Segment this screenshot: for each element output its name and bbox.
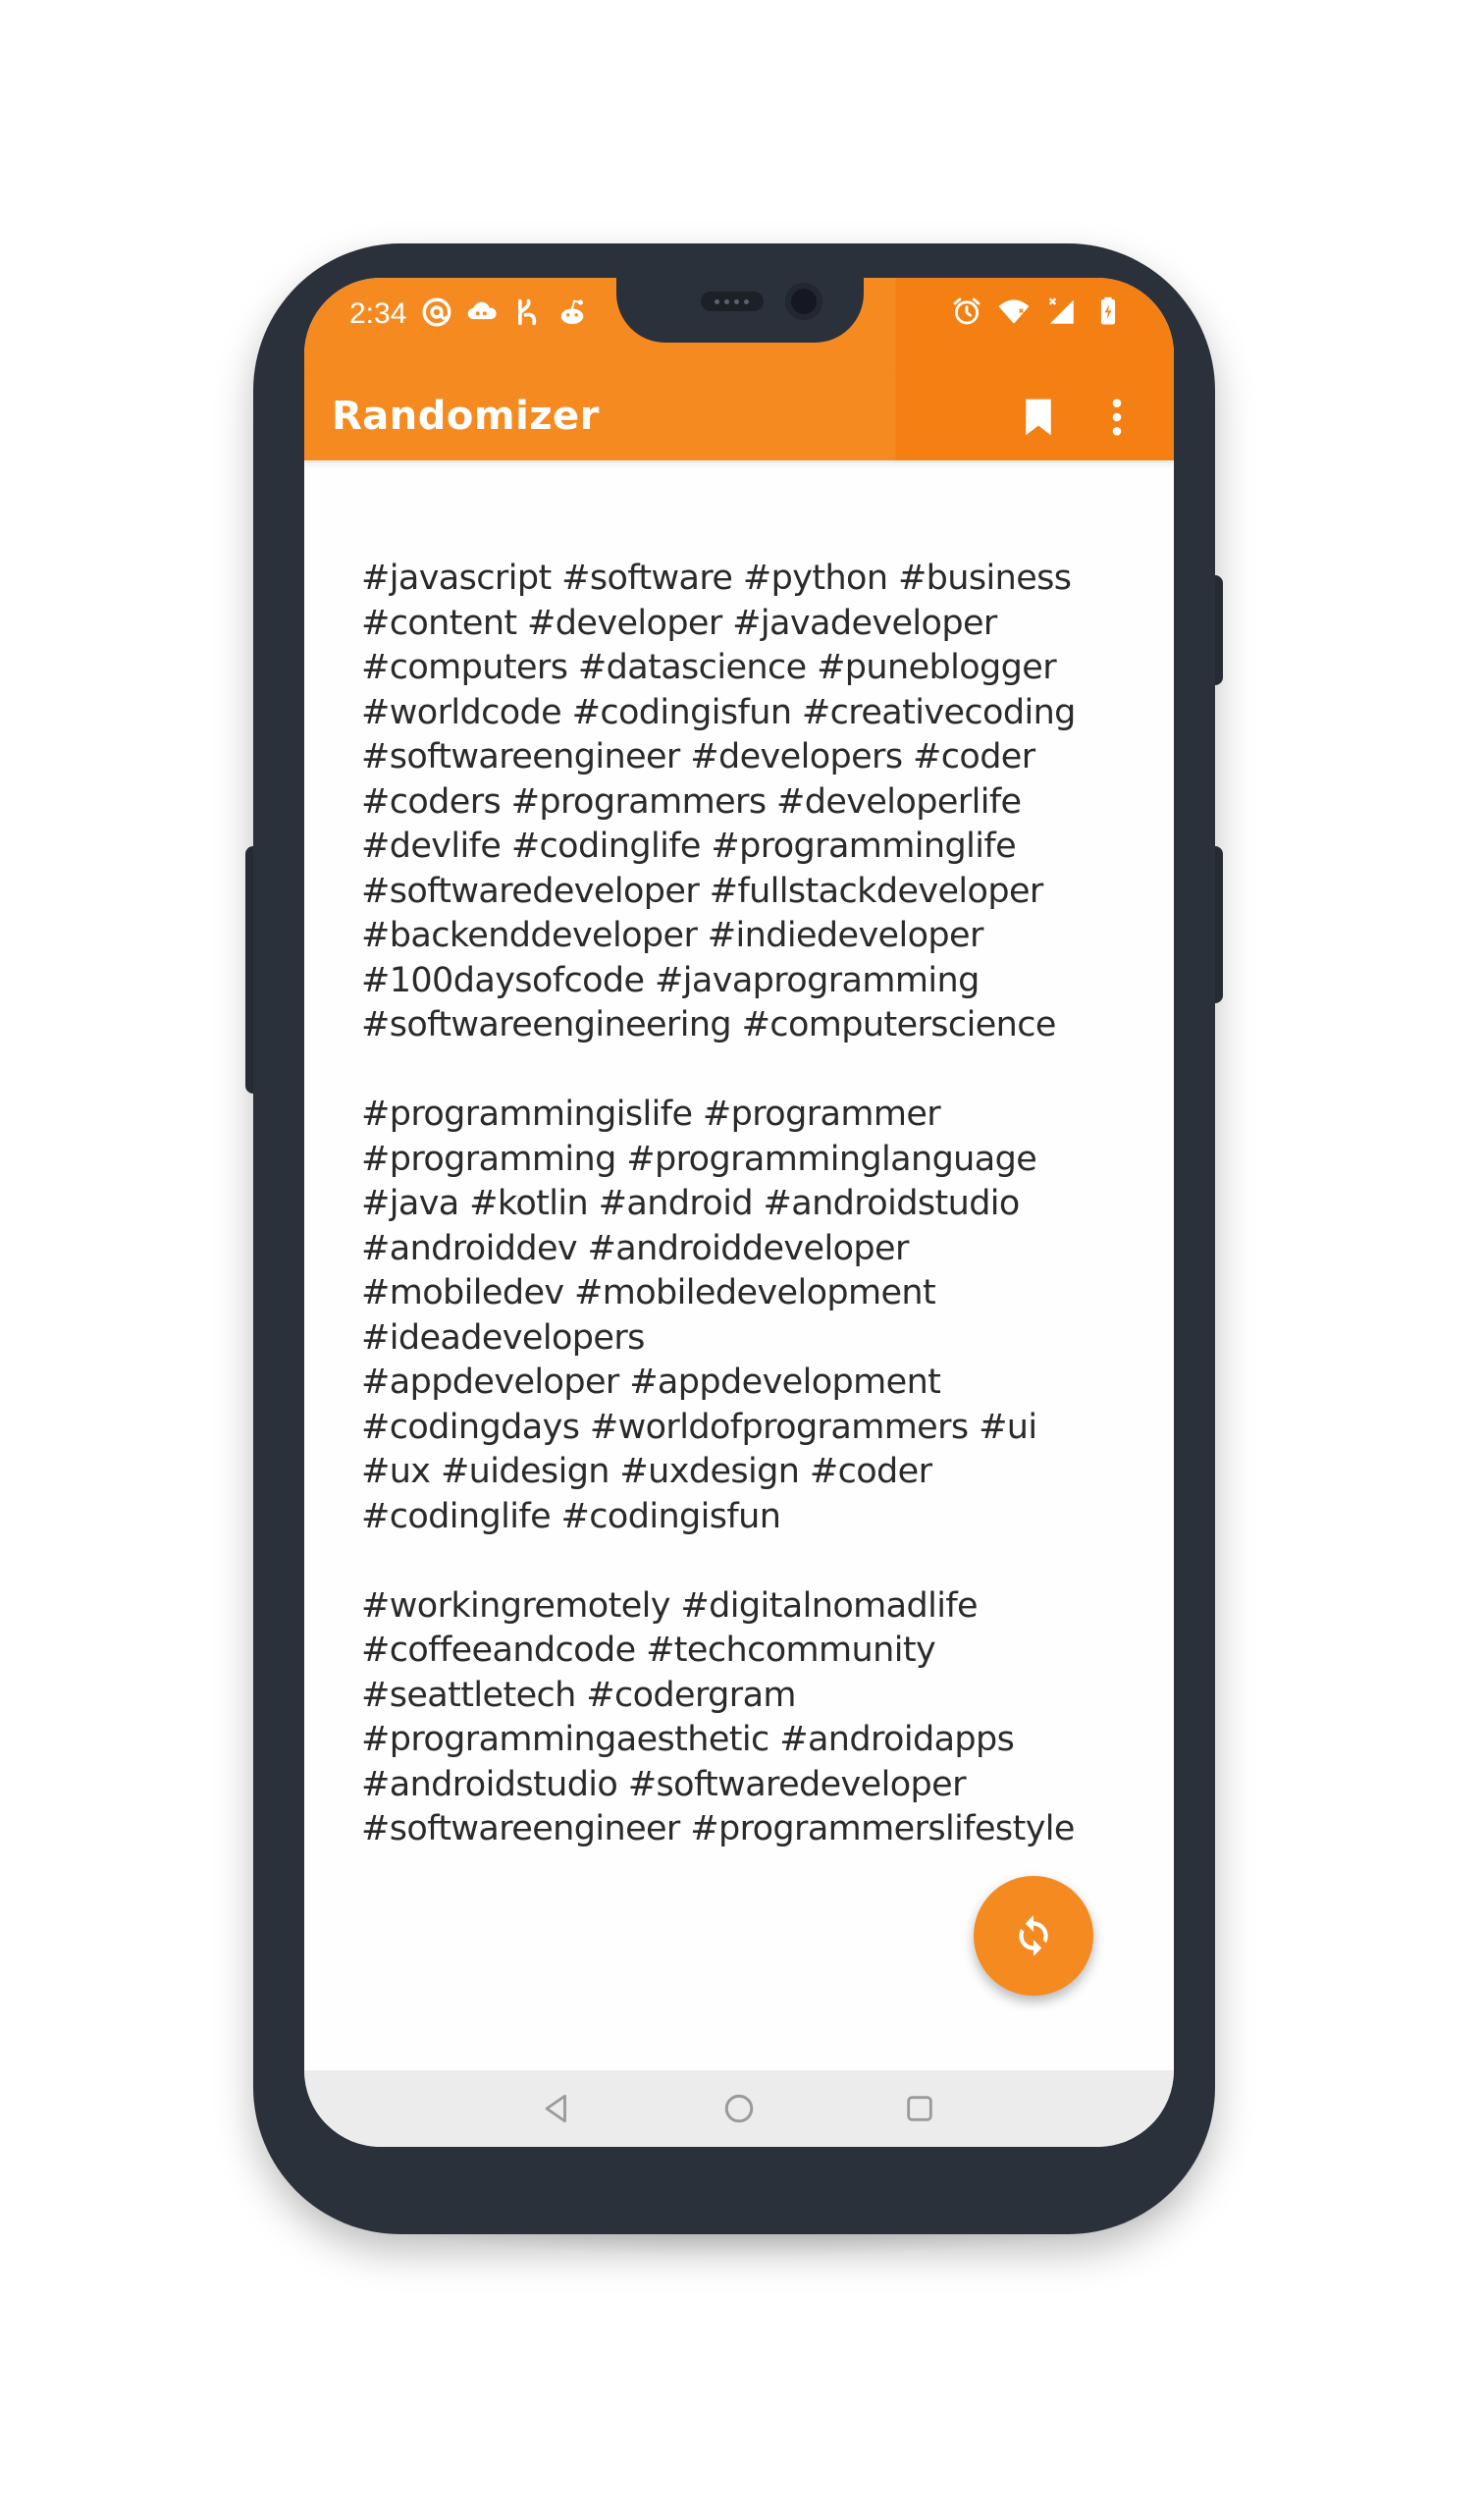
- signal-icon: [1048, 297, 1074, 324]
- hashtag-line: #devlife #codinglife #programminglife: [361, 827, 1017, 866]
- bookmark-icon: [1026, 399, 1051, 436]
- hashtag-line: #java #kotlin #android #androidstudio: [361, 1184, 1020, 1223]
- hashtag-block: #javascript #software #python #business …: [361, 557, 1137, 1048]
- alarm-icon: [953, 297, 980, 325]
- hashtag-line: #computers #datascience #puneblogger: [361, 648, 1057, 687]
- fast-app-icon: [518, 298, 537, 326]
- hashtag-line: #ux #uidesign #uxdesign #coder: [361, 1452, 932, 1491]
- hashtag-line: #androidstudio #softwaredeveloper: [361, 1764, 966, 1804]
- more-vert-icon: [1112, 399, 1122, 436]
- hashtag-line: #backenddeveloper #indiedeveloper: [361, 916, 983, 955]
- hashtag-line: #worldcode #codingisfun #creativecoding: [361, 692, 1076, 732]
- hashtag-line: #softwareengineer #developers #coder: [361, 737, 1035, 776]
- hashtag-line: #coffeeandcode #techcommunity: [361, 1631, 936, 1670]
- app-toolbar: Randomizer: [304, 376, 1174, 460]
- cloud-game-icon: [467, 301, 497, 320]
- hashtag-line: #mobiledev #mobiledevelopment: [361, 1273, 936, 1312]
- refresh-icon: [1019, 1915, 1048, 1956]
- back-button[interactable]: [532, 2084, 581, 2133]
- phone-screen: 2:34 Randomizer #javascript #software #p…: [304, 278, 1174, 2147]
- system-nav-bar: [304, 2070, 1174, 2147]
- hashtag-line: #appdeveloper #appdevelopment: [361, 1363, 941, 1402]
- status-time: 2:34: [349, 297, 407, 330]
- recents-button[interactable]: [895, 2084, 944, 2133]
- front-camera: [785, 283, 822, 320]
- home-icon: [724, 2094, 754, 2123]
- hashtag-block: #workingremotely #digitalnomadlife #coff…: [361, 1584, 1137, 1852]
- hashtag-line: #androiddev #androiddeveloper: [361, 1228, 909, 1268]
- hashtag-line: #ideadevelopers: [361, 1317, 645, 1358]
- stage: 2:34 Randomizer #javascript #software #p…: [0, 0, 1484, 2514]
- home-button[interactable]: [715, 2084, 764, 2133]
- hashtag-line: #workingremotely #digitalnomadlife: [361, 1585, 979, 1626]
- back-icon: [545, 2094, 566, 2123]
- app-title: Randomizer: [332, 394, 600, 439]
- display-notch: [616, 278, 864, 343]
- wifi-icon: [998, 299, 1030, 324]
- hashtag-line: #coders #programmers #developerlife: [361, 781, 1022, 822]
- hashtag-line: #programmingaesthetic #androidapps: [361, 1720, 1015, 1759]
- hashtag-line: #seattletech #codergram: [361, 1675, 797, 1715]
- system-status-icons: [950, 294, 1125, 328]
- more-options-button[interactable]: [1097, 392, 1137, 443]
- reddit-icon: [560, 299, 584, 325]
- refresh-fab[interactable]: [974, 1876, 1093, 1996]
- hashtag-line: #codingdays #worldofprogrammers #ui: [361, 1407, 1037, 1447]
- hashtag-line: #softwareengineering #computerscience: [361, 1005, 1056, 1044]
- hashtag-line: #content #developer #javadeveloper: [361, 603, 997, 643]
- hashtag-block: #programmingislife #programmer #programm…: [361, 1093, 1137, 1539]
- bookmark-button[interactable]: [1013, 392, 1064, 443]
- at-sign-icon: [422, 297, 451, 327]
- recents-icon: [907, 2096, 932, 2121]
- hashtag-line: #programmingislife #programmer: [361, 1095, 941, 1134]
- hashtag-text: #javascript #software #python #business …: [361, 557, 1137, 1852]
- hashtag-line: #softwareengineer #programmerslifestyle: [361, 1809, 1075, 1848]
- hashtag-line: #100daysofcode #javaprogramming: [361, 960, 980, 1000]
- hashtag-line: #softwaredeveloper #fullstackdeveloper: [361, 871, 1043, 911]
- hashtag-line: #programming #programminglanguage: [361, 1139, 1037, 1179]
- hashtag-line: #javascript #software #python #business: [361, 559, 1072, 598]
- notification-icons: [420, 295, 589, 329]
- battery-charging-icon: [1100, 296, 1116, 325]
- earpiece: [701, 292, 764, 311]
- hashtag-line: #codinglife #codingisfun: [361, 1496, 781, 1536]
